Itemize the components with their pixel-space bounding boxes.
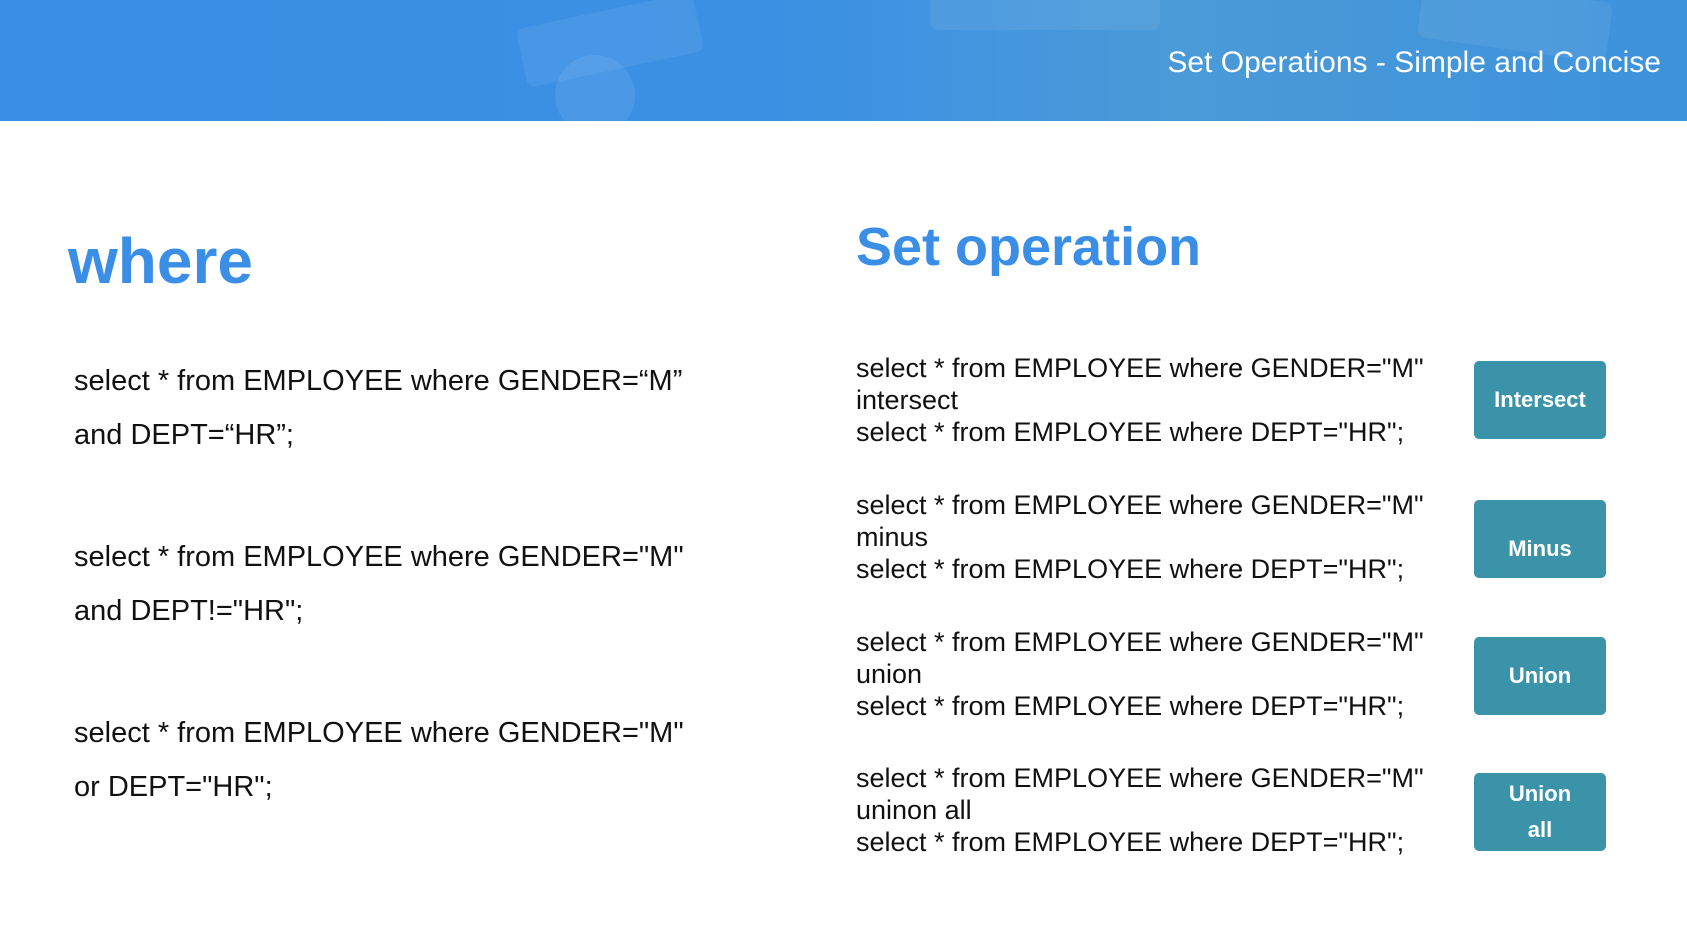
setop-union-line-2: select * from EMPLOYEE where DEPT="HR"; <box>856 691 1405 721</box>
intersect-button-label: Intersect <box>1494 387 1586 412</box>
setop-intersect-line-2: select * from EMPLOYEE where DEPT="HR"; <box>856 417 1405 447</box>
setop-minus-line-2: select * from EMPLOYEE where DEPT="HR"; <box>856 554 1405 584</box>
where-query-2-line-2: and DEPT!="HR"; <box>74 595 304 627</box>
slide: Set Operations - Simple and Concise wher… <box>0 0 1687 949</box>
where-query-3-line-2: or DEPT="HR"; <box>74 771 273 803</box>
minus-button-label: Minus <box>1508 536 1572 561</box>
union-all-button[interactable]: Union all <box>1474 773 1606 851</box>
where-query-1: select * from EMPLOYEE where GENDER=“M” … <box>74 354 682 462</box>
setop-minus-line-1: select * from EMPLOYEE where GENDER="M" <box>856 490 1424 520</box>
set-operation-heading: Set operation <box>856 217 1202 277</box>
setop-union-line-1: select * from EMPLOYEE where GENDER="M" <box>856 627 1424 657</box>
union-button[interactable]: Union <box>1474 637 1606 715</box>
setop-union-all-line-1: select * from EMPLOYEE where GENDER="M" <box>856 763 1424 793</box>
setop-intersect-keyword: intersect <box>856 385 959 415</box>
union-button-label: Union <box>1508 663 1572 688</box>
union-all-button-label: Union <box>1508 781 1572 806</box>
setop-union-all-keyword: uninon all <box>856 795 972 825</box>
minus-button[interactable]: Minus <box>1474 500 1606 578</box>
setop-minus-query: select * from EMPLOYEE where GENDER="M" … <box>856 489 1424 585</box>
setop-union-keyword: union <box>856 659 923 689</box>
where-query-3-line-1: select * from EMPLOYEE where GENDER="M" <box>74 717 684 749</box>
where-query-2: select * from EMPLOYEE where GENDER="M" … <box>74 530 684 638</box>
setop-union-query: select * from EMPLOYEE where GENDER="M" … <box>856 626 1424 722</box>
setop-minus-keyword: minus <box>856 522 929 552</box>
where-query-3: select * from EMPLOYEE where GENDER="M" … <box>74 706 684 814</box>
decorative-laptop-shape <box>930 0 1160 30</box>
where-query-1-line-2: and DEPT=“HR”; <box>74 419 294 451</box>
where-query-1-line-1: select * from EMPLOYEE where GENDER=“M” <box>74 365 683 397</box>
where-query-2-line-1: select * from EMPLOYEE where GENDER="M" <box>74 541 684 573</box>
header-banner: Set Operations - Simple and Concise <box>0 0 1687 121</box>
header-title: Set Operations - Simple and Concise <box>1167 46 1661 79</box>
setop-intersect-line-1: select * from EMPLOYEE where GENDER="M" <box>856 353 1424 383</box>
setop-union-all-query: select * from EMPLOYEE where GENDER="M" … <box>856 762 1424 858</box>
intersect-button[interactable]: Intersect <box>1474 361 1606 439</box>
union-all-button-label-2: all <box>1527 817 1553 842</box>
setop-union-all-line-2: select * from EMPLOYEE where DEPT="HR"; <box>856 827 1405 857</box>
where-heading: where <box>68 225 253 297</box>
setop-intersect-query: select * from EMPLOYEE where GENDER="M" … <box>856 352 1424 448</box>
